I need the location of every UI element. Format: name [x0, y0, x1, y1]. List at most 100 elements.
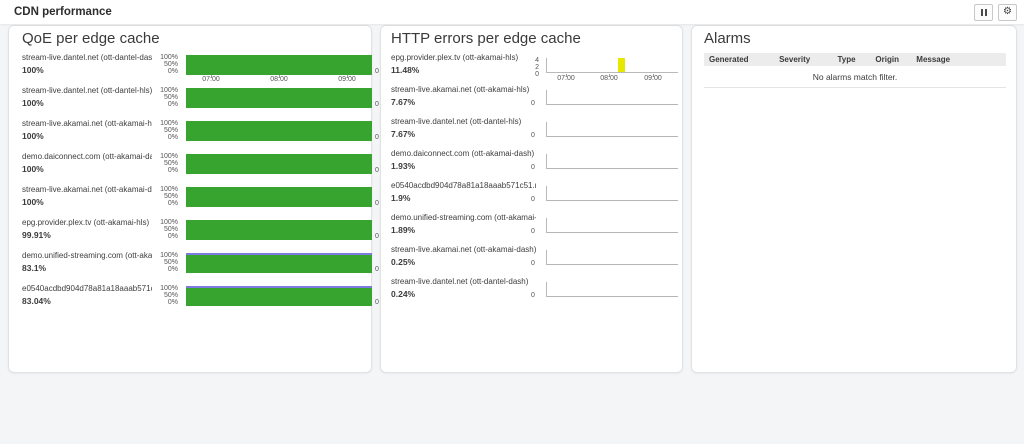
good-band [186, 121, 372, 141]
http-error-row: epg.provider.plex.tv (ott-akamai-hls) 11… [391, 53, 676, 85]
zero-label: 0 [531, 100, 535, 107]
qoe-row: epg.provider.plex.tv (ott-akamai-hls) 99… [22, 218, 365, 251]
right-axis-label: 0 [375, 266, 379, 273]
good-band [186, 255, 372, 273]
zero-label: 0 [531, 292, 535, 299]
qoe-value: 83.04% [22, 296, 51, 306]
alarms-panel: Alarms Generated Severity Type Origin Me… [691, 25, 1017, 373]
cache-label: demo.daiconnect.com (ott-akamai-dash) [22, 152, 152, 161]
http-error-row: stream-live.akamai.net (ott-akamai-hls) … [391, 85, 676, 117]
qoe-row: stream-live.dantel.net (ott-dantel-dash)… [22, 53, 365, 86]
dashboard-board: QoE per edge cache stream-live.dantel.ne… [0, 24, 1024, 373]
y-axis-labels: 100%50%0% [152, 285, 182, 306]
good-band [186, 220, 372, 240]
qoe-area-chart[interactable] [186, 55, 372, 75]
error-value: 1.93% [391, 161, 415, 171]
cache-label: stream-live.akamai.net (ott-akamai-dash) [391, 245, 536, 254]
qoe-value: 100% [22, 197, 44, 207]
cache-label: demo.daiconnect.com (ott-akamai-dash) [391, 149, 534, 158]
y-axis-labels: 100%50%0% [152, 219, 182, 240]
qoe-area-chart[interactable] [186, 220, 372, 240]
qoe-row: stream-live.akamai.net (ott-akamai-hls) … [22, 119, 365, 152]
cache-label: demo.unified-streaming.com (ott-akamai-h… [22, 251, 152, 260]
column-generated[interactable]: Generated [709, 55, 779, 64]
column-origin[interactable]: Origin [875, 55, 916, 64]
zero-label: 0 [531, 196, 535, 203]
good-band [186, 55, 372, 75]
right-axis-label: 0 [375, 134, 379, 141]
qoe-area-chart[interactable] [186, 121, 372, 141]
y-axis-labels: 100%50%0% [152, 120, 182, 141]
y-axis-labels: 100%50%0% [152, 153, 182, 174]
cache-label: stream-live.dantel.net (ott-dantel-dash) [391, 277, 528, 286]
http-errors-chart[interactable] [546, 154, 678, 169]
right-axis-label: 0 [375, 299, 379, 306]
pause-button[interactable] [974, 4, 993, 21]
http-error-row: stream-live.dantel.net (ott-dantel-dash)… [391, 277, 676, 309]
cache-label: stream-live.dantel.net (ott-dantel-hls) [22, 86, 152, 95]
qoe-panel: QoE per edge cache stream-live.dantel.ne… [8, 25, 372, 373]
good-band [186, 88, 372, 108]
qoe-value: 83.1% [22, 263, 46, 273]
cache-label: demo.unified-streaming.com (ott-akamai-h… [391, 213, 536, 222]
right-axis-label: 0 [375, 167, 379, 174]
cache-label: e0540acdbd904d78a81a18aaab571c51.med... [391, 181, 536, 190]
qoe-row: stream-live.akamai.net (ott-akamai-dash)… [22, 185, 365, 218]
qoe-panel-title: QoE per edge cache [22, 30, 365, 47]
top-bar: CDN performance ⚙ [0, 0, 1024, 24]
cache-label: epg.provider.plex.tv (ott-akamai-hls) [391, 53, 518, 62]
http-error-row: stream-live.dantel.net (ott-dantel-hls) … [391, 117, 676, 149]
http-errors-chart[interactable] [546, 282, 678, 297]
http-errors-chart[interactable] [546, 186, 678, 201]
qoe-value: 100% [22, 65, 44, 75]
qoe-value: 99.91% [22, 230, 51, 240]
right-axis-label: 0 [375, 101, 379, 108]
settings-button[interactable]: ⚙ [998, 4, 1017, 21]
qoe-value: 100% [22, 164, 44, 174]
error-value: 11.48% [391, 65, 419, 75]
column-type[interactable]: Type [837, 55, 875, 64]
error-value: 0.25% [391, 257, 415, 267]
qoe-area-chart[interactable] [186, 253, 372, 273]
zero-label: 0 [531, 132, 535, 139]
column-message[interactable]: Message [916, 55, 1001, 64]
column-severity[interactable]: Severity [779, 55, 837, 64]
qoe-area-chart[interactable] [186, 88, 372, 108]
y-axis-labels: 100%50%0% [152, 186, 182, 207]
qoe-row: demo.unified-streaming.com (ott-akamai-h… [22, 251, 365, 284]
page-title: CDN performance [14, 6, 969, 18]
y-axis-labels: 100%50%0% [152, 87, 182, 108]
good-band [186, 187, 372, 207]
cache-label: stream-live.akamai.net (ott-akamai-hls) [22, 119, 152, 128]
qoe-area-chart[interactable] [186, 154, 372, 174]
error-value: 1.89% [391, 225, 415, 235]
http-error-row: stream-live.akamai.net (ott-akamai-dash)… [391, 245, 676, 277]
right-axis-label: 0 [375, 200, 379, 207]
http-errors-chart[interactable] [546, 90, 678, 105]
http-errors-chart[interactable] [546, 218, 678, 233]
http-error-row: e0540acdbd904d78a81a18aaab571c51.med... … [391, 181, 676, 213]
zero-label: 0 [531, 228, 535, 235]
zero-label: 0 [531, 164, 535, 171]
http-errors-panel: HTTP errors per edge cache epg.provider.… [380, 25, 683, 373]
error-spike [618, 58, 625, 72]
qoe-row: e0540acdbd904d78a81a18aaab571c51.med... … [22, 284, 365, 317]
http-errors-chart[interactable] [546, 122, 678, 137]
qoe-area-chart[interactable] [186, 286, 372, 306]
error-value: 1.9% [391, 193, 410, 203]
alarms-panel-title: Alarms [704, 30, 1006, 47]
good-band [186, 288, 372, 306]
http-error-row: demo.unified-streaming.com (ott-akamai-h… [391, 213, 676, 245]
http-errors-chart[interactable] [546, 250, 678, 265]
alarms-empty-message: No alarms match filter. [704, 66, 1006, 88]
qoe-area-chart[interactable] [186, 187, 372, 207]
qoe-value: 100% [22, 131, 44, 141]
qoe-value: 100% [22, 98, 44, 108]
y-axis-labels: 100%50%0% [152, 54, 182, 75]
error-value: 7.67% [391, 97, 415, 107]
cache-label: e0540acdbd904d78a81a18aaab571c51.med... [22, 284, 152, 293]
cache-label: stream-live.akamai.net (ott-akamai-hls) [391, 85, 529, 94]
pause-icon [980, 9, 988, 16]
http-errors-chart[interactable] [546, 58, 678, 73]
right-axis-label: 0 [375, 233, 379, 240]
